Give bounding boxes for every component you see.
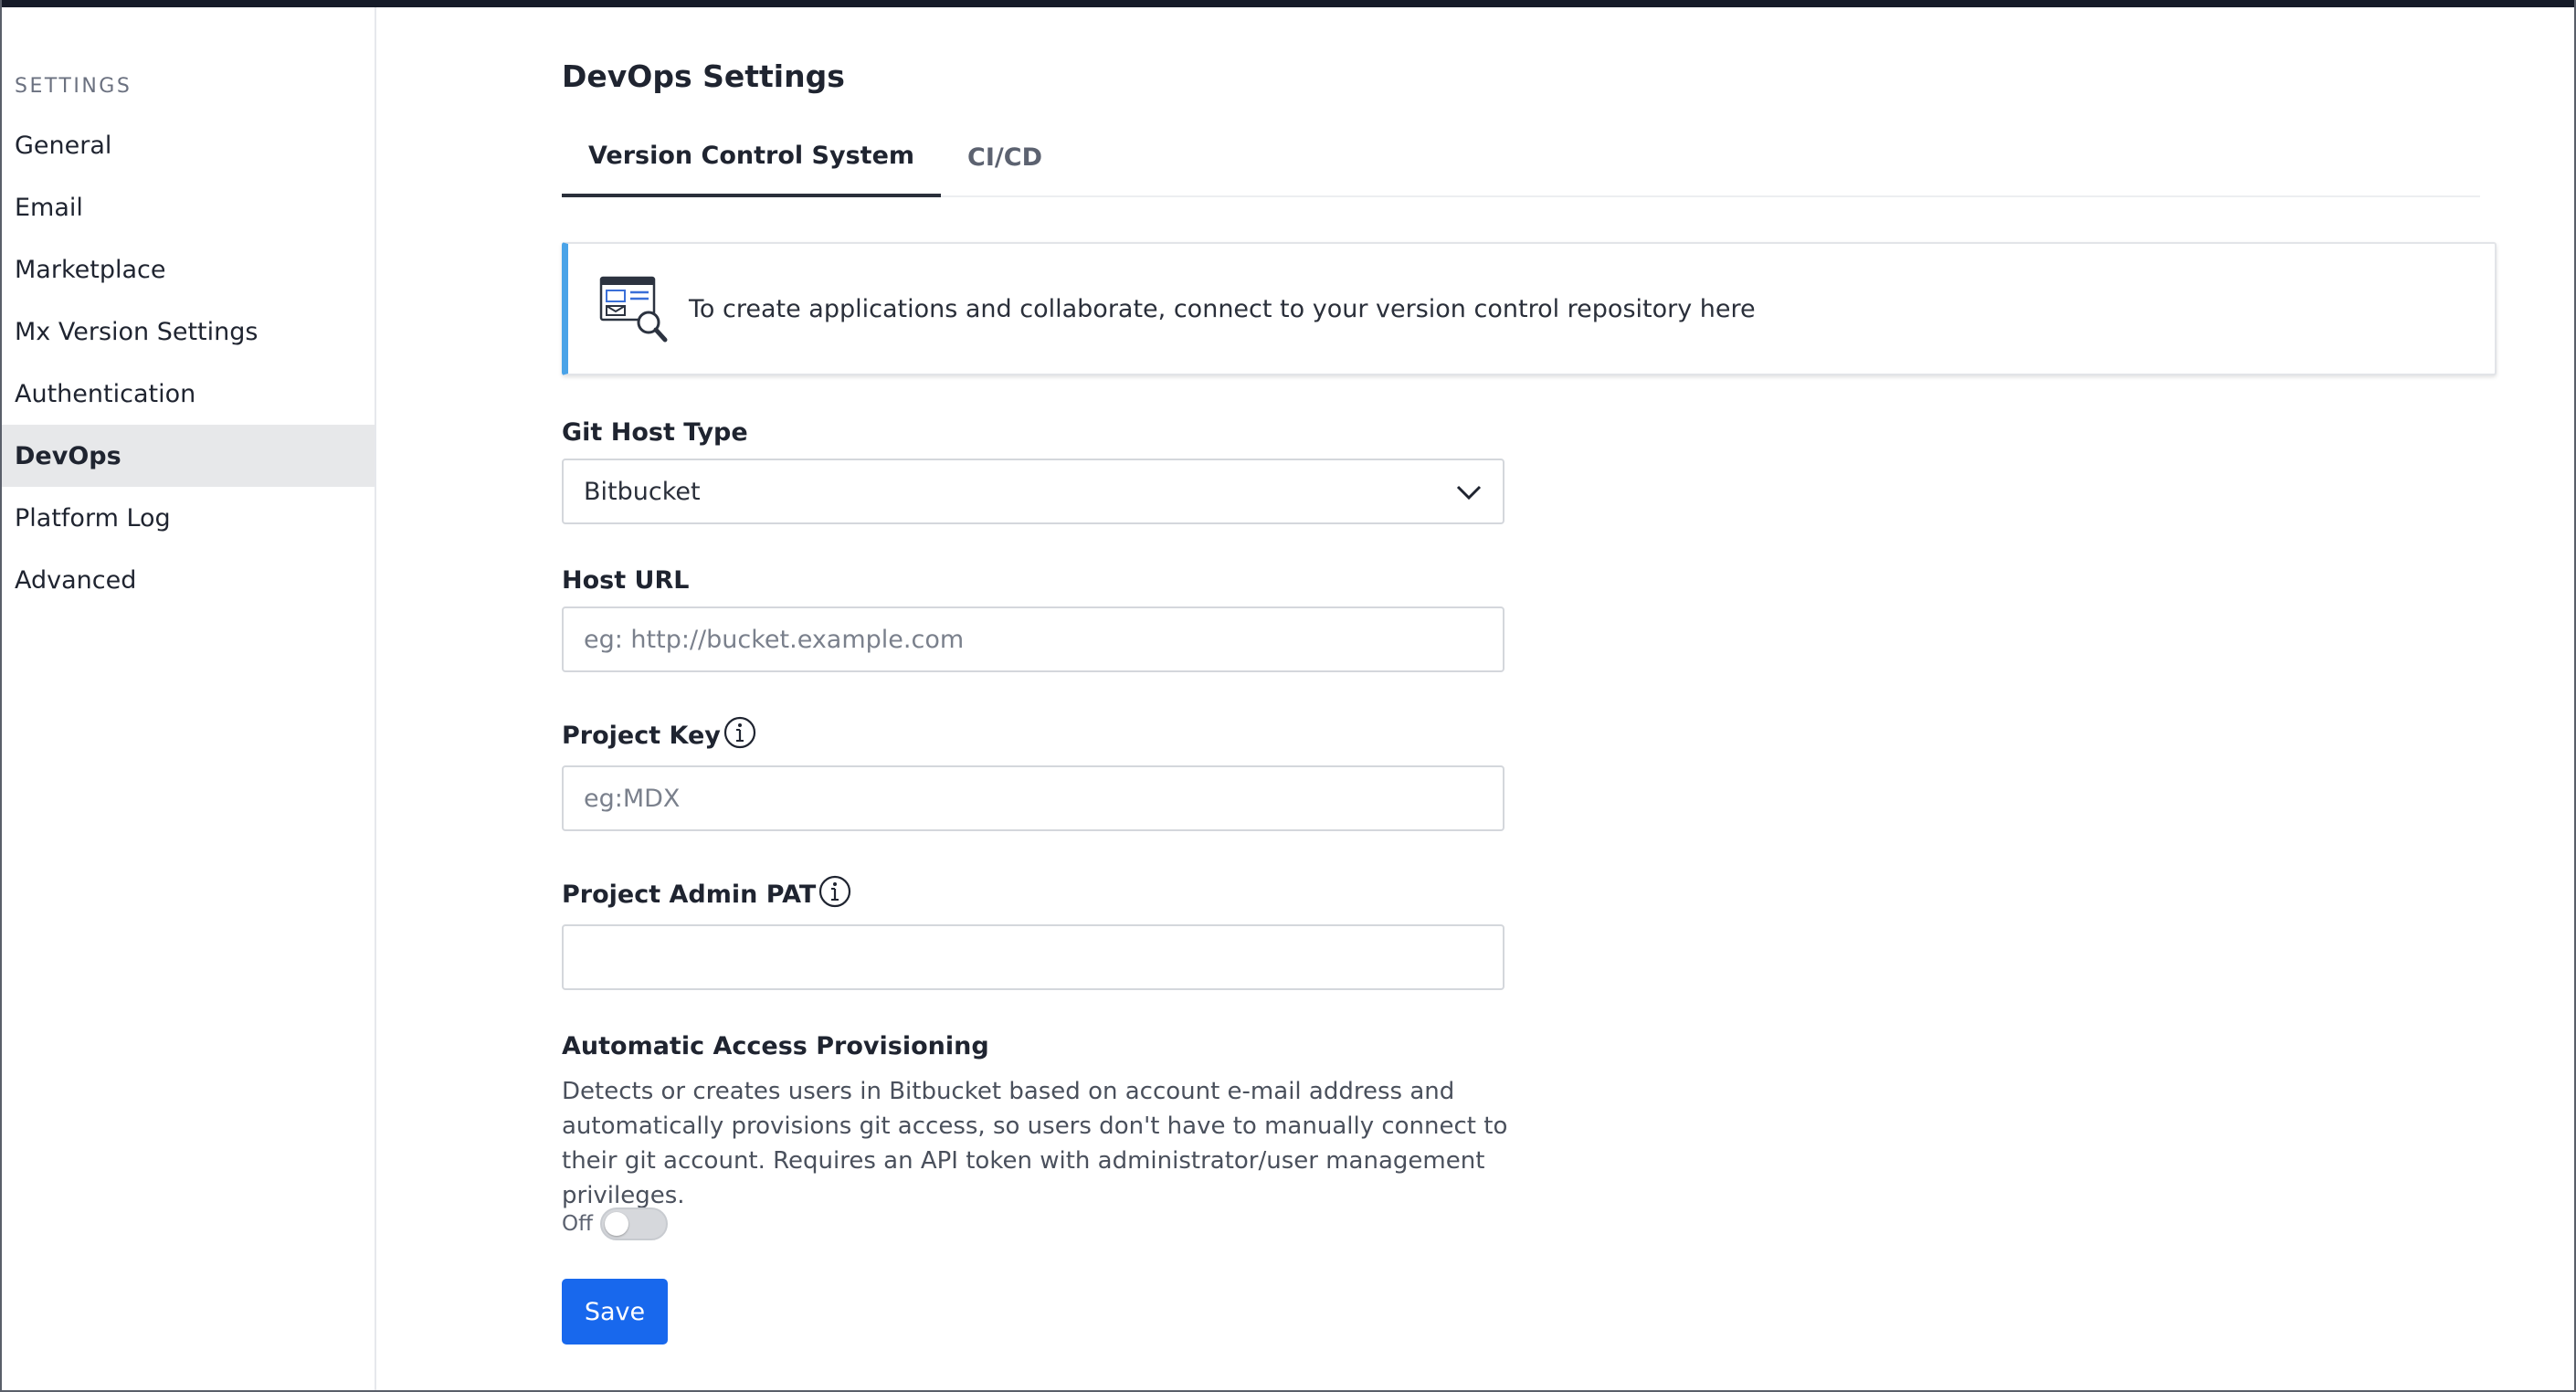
- project-admin-pat-input[interactable]: [562, 924, 1504, 990]
- host-url-placeholder: eg: http://bucket.example.com: [584, 625, 965, 654]
- project-key-label: Project Key: [562, 722, 721, 750]
- sidebar-item-email[interactable]: Email: [2, 176, 375, 238]
- toggle-knob: [604, 1212, 628, 1236]
- sidebar-item-marketplace[interactable]: Marketplace: [2, 238, 375, 301]
- host-url-input[interactable]: eg: http://bucket.example.com: [562, 606, 1504, 672]
- tab-ci-cd[interactable]: CI/CD: [941, 117, 1069, 197]
- save-button[interactable]: Save: [562, 1279, 668, 1345]
- banner-text: To create applications and collaborate, …: [689, 294, 1756, 323]
- sidebar-item-mx-version-settings[interactable]: Mx Version Settings: [2, 301, 375, 363]
- sidebar-item-platform-log[interactable]: Platform Log: [2, 487, 375, 549]
- access-provisioning-label: Automatic Access Provisioning: [562, 1032, 989, 1060]
- settings-sidebar: SETTINGS General Email Marketplace Mx Ve…: [2, 7, 376, 1390]
- project-admin-pat-label: Project Admin PAT: [562, 881, 817, 909]
- sidebar-item-authentication[interactable]: Authentication: [2, 363, 375, 425]
- project-key-placeholder: eg:MDX: [584, 784, 681, 813]
- sidebar-item-devops[interactable]: DevOps: [2, 425, 375, 487]
- chevron-down-icon: [1456, 485, 1482, 501]
- access-provisioning-toggle-row: Off: [562, 1207, 668, 1240]
- host-url-label: Host URL: [562, 566, 690, 595]
- git-host-type-label: Git Host Type: [562, 418, 748, 447]
- repository-search-icon: [599, 276, 668, 343]
- sidebar-item-general[interactable]: General: [2, 114, 375, 176]
- toggle-state-label: Off: [562, 1212, 593, 1236]
- page-title: DevOps Settings: [562, 58, 845, 94]
- sidebar-item-advanced[interactable]: Advanced: [2, 549, 375, 611]
- git-host-type-value: Bitbucket: [584, 477, 701, 506]
- window-top-bar: [0, 0, 2576, 7]
- sidebar-list: General Email Marketplace Mx Version Set…: [2, 114, 375, 611]
- git-host-type-select[interactable]: Bitbucket: [562, 459, 1504, 524]
- access-provisioning-toggle[interactable]: [599, 1207, 668, 1240]
- project-key-label-row: Project Key: [562, 716, 757, 750]
- project-admin-pat-label-row: Project Admin PAT: [562, 875, 852, 909]
- tab-bar: Version Control System CI/CD: [562, 117, 2480, 197]
- info-icon[interactable]: [818, 874, 852, 909]
- tab-version-control-system[interactable]: Version Control System: [562, 117, 942, 197]
- sidebar-heading: SETTINGS: [15, 75, 132, 98]
- project-key-input[interactable]: eg:MDX: [562, 765, 1504, 831]
- info-icon[interactable]: [723, 715, 757, 750]
- info-banner: To create applications and collaborate, …: [562, 242, 2497, 375]
- access-provisioning-description: Detects or creates users in Bitbucket ba…: [562, 1078, 1508, 1209]
